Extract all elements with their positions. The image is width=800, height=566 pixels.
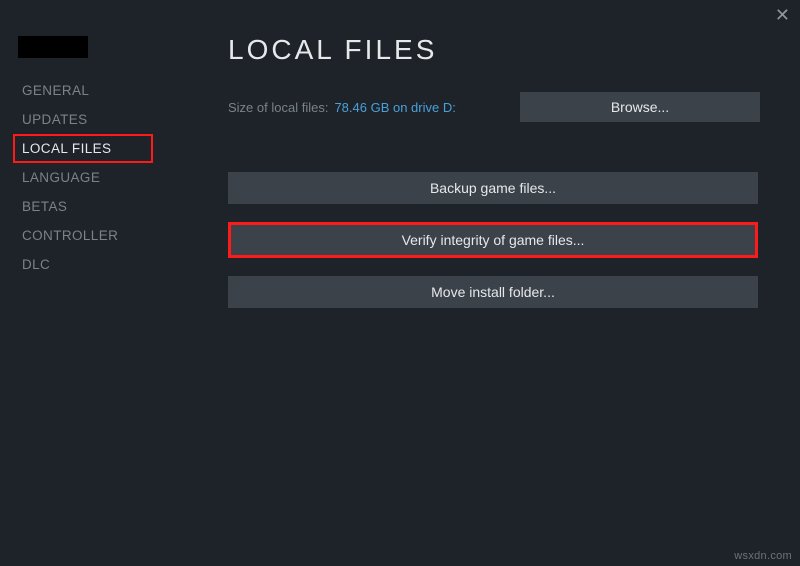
size-label: Size of local files: [228, 100, 328, 115]
sidebar-item-controller[interactable]: CONTROLLER [0, 221, 180, 250]
verify-integrity-button[interactable]: Verify integrity of game files... [228, 222, 758, 258]
backup-game-files-button[interactable]: Backup game files... [228, 172, 758, 204]
main-panel: LOCAL FILES Size of local files: 78.46 G… [180, 0, 800, 566]
sidebar-item-dlc[interactable]: DLC [0, 250, 180, 279]
properties-window: GENERAL UPDATES LOCAL FILES LANGUAGE BET… [0, 0, 800, 566]
size-value: 78.46 GB on drive D: [334, 100, 455, 115]
watermark: wsxdn.com [734, 550, 792, 562]
sidebar-item-updates[interactable]: UPDATES [0, 105, 180, 134]
size-row: Size of local files: 78.46 GB on drive D… [228, 92, 760, 122]
browse-button[interactable]: Browse... [520, 92, 760, 122]
game-title-redacted [18, 36, 88, 58]
close-icon[interactable]: ✕ [775, 6, 790, 24]
sidebar: GENERAL UPDATES LOCAL FILES LANGUAGE BET… [0, 0, 180, 566]
sidebar-item-betas[interactable]: BETAS [0, 192, 180, 221]
move-install-folder-button[interactable]: Move install folder... [228, 276, 758, 308]
sidebar-item-local-files[interactable]: LOCAL FILES [13, 134, 153, 163]
sidebar-item-general[interactable]: GENERAL [0, 76, 180, 105]
sidebar-item-language[interactable]: LANGUAGE [0, 163, 180, 192]
page-title: LOCAL FILES [228, 34, 760, 66]
